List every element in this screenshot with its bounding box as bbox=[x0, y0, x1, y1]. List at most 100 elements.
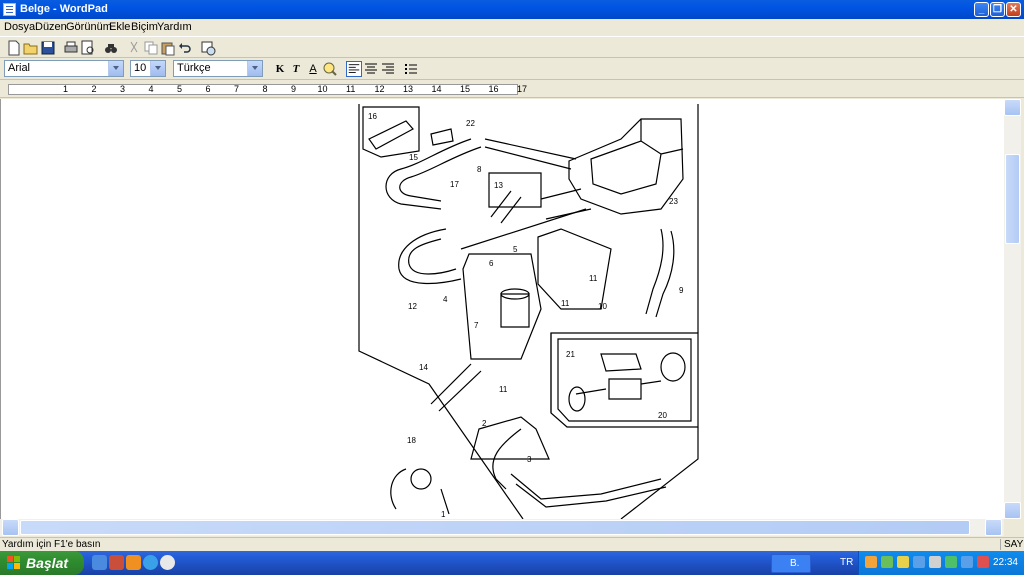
bullets-icon[interactable] bbox=[403, 61, 419, 77]
internet-explorer-icon[interactable] bbox=[143, 555, 158, 570]
show-desktop-icon[interactable] bbox=[92, 555, 107, 570]
datetime-icon[interactable] bbox=[200, 40, 216, 56]
scroll-left-icon[interactable] bbox=[2, 519, 19, 536]
ruler[interactable]: 1 2 3 4 5 6 7 8 9 10 11 12 13 14 15 16 17 bbox=[0, 81, 1024, 98]
vertical-scroll-thumb[interactable] bbox=[1005, 154, 1020, 244]
ruler-number: 11 bbox=[346, 84, 356, 94]
font-name-value: Arial bbox=[8, 62, 31, 74]
maximize-button[interactable]: ❐ bbox=[990, 2, 1005, 17]
callout-13: 13 bbox=[494, 181, 503, 190]
italic-button[interactable]: T bbox=[288, 61, 304, 77]
horizontal-scroll-thumb[interactable] bbox=[20, 520, 970, 535]
minimize-button[interactable]: _ bbox=[974, 2, 989, 17]
wordpad-icon[interactable] bbox=[3, 3, 16, 16]
chevron-down-icon[interactable] bbox=[247, 61, 262, 76]
text-color-icon[interactable] bbox=[322, 61, 338, 77]
menu-gorunum[interactable]: Görünüm bbox=[66, 21, 112, 33]
scroll-right-icon[interactable] bbox=[985, 519, 1002, 536]
callout-10: 10 bbox=[598, 302, 607, 311]
status-help-text: Yardım için F1'e basın bbox=[2, 539, 101, 550]
callout-5: 5 bbox=[513, 245, 518, 254]
scroll-down-icon[interactable] bbox=[1004, 502, 1021, 519]
align-right-icon[interactable] bbox=[380, 61, 396, 77]
system-tray: 22:34 bbox=[858, 551, 1024, 575]
window-title: Belge - WordPad bbox=[20, 3, 108, 15]
taskbar-item-label: B. bbox=[790, 558, 800, 569]
ruler-number: 3 bbox=[120, 84, 126, 94]
standard-toolbar bbox=[0, 36, 1024, 58]
language-indicator[interactable]: TR bbox=[840, 557, 853, 568]
print-icon[interactable] bbox=[63, 40, 79, 56]
menu-yardim[interactable]: Yardım bbox=[157, 21, 192, 33]
title-bar[interactable]: Belge - WordPad _ ❐ ✕ bbox=[0, 0, 1024, 19]
callout-15: 15 bbox=[409, 153, 418, 162]
callout-11a: 11 bbox=[589, 274, 598, 283]
font-size-combo[interactable]: 10 bbox=[130, 60, 166, 77]
ruler-number: 14 bbox=[431, 84, 442, 94]
taskbar: Başlat B. TR 22:34 bbox=[0, 551, 1024, 575]
color-button[interactable]: A bbox=[305, 61, 321, 77]
menu-duzen[interactable]: Düzen bbox=[35, 21, 67, 33]
callout-4: 4 bbox=[443, 295, 448, 304]
undo-icon[interactable] bbox=[177, 40, 193, 56]
copy-icon[interactable] bbox=[143, 40, 159, 56]
taskbar-item-wordpad[interactable]: B. bbox=[771, 554, 811, 573]
callout-11c: 11 bbox=[499, 385, 508, 394]
callout-11b: 11 bbox=[561, 299, 570, 308]
ruler-number: 2 bbox=[91, 84, 97, 94]
callout-9: 9 bbox=[679, 286, 684, 295]
firefox-icon[interactable] bbox=[126, 555, 141, 570]
script-combo[interactable]: Türkçe bbox=[173, 60, 263, 77]
chevron-down-icon[interactable] bbox=[150, 61, 165, 76]
clock[interactable]: 22:34 bbox=[993, 557, 1018, 568]
new-document-icon[interactable] bbox=[6, 40, 22, 56]
callout-18: 18 bbox=[407, 436, 416, 445]
wordpad-window: Belge - WordPad _ ❐ ✕ Dosya Düzen Görünü… bbox=[0, 0, 1024, 551]
tray-device-icon[interactable] bbox=[961, 556, 973, 568]
download-icon[interactable] bbox=[160, 555, 175, 570]
paste-icon[interactable] bbox=[160, 40, 176, 56]
tray-app-icon[interactable] bbox=[865, 556, 877, 568]
find-icon[interactable] bbox=[103, 40, 119, 56]
callout-21: 21 bbox=[566, 350, 575, 359]
start-button[interactable]: Başlat bbox=[0, 551, 84, 575]
status-bar: Yardım için F1'e basın SAYI bbox=[0, 537, 1024, 551]
print-preview-icon[interactable] bbox=[80, 40, 96, 56]
document-area[interactable]: 16 22 15 8 17 13 23 5 6 4 11 11 10 7 12 … bbox=[0, 99, 1004, 519]
menu-bicim[interactable]: Biçim bbox=[131, 21, 158, 33]
callout-2: 2 bbox=[482, 419, 487, 428]
ruler-strip[interactable]: 1 2 3 4 5 6 7 8 9 10 11 12 13 14 15 16 17 bbox=[8, 84, 527, 95]
cut-icon[interactable] bbox=[126, 40, 142, 56]
tray-security-icon[interactable] bbox=[977, 556, 989, 568]
chevron-down-icon[interactable] bbox=[108, 61, 123, 76]
align-left-icon[interactable] bbox=[346, 61, 362, 77]
callout-8: 8 bbox=[477, 165, 482, 174]
font-size-value: 10 bbox=[134, 62, 147, 74]
script-value: Türkçe bbox=[177, 62, 211, 74]
tray-volume-icon[interactable] bbox=[929, 556, 941, 568]
ruler-number: 8 bbox=[262, 84, 268, 94]
tray-shield-icon[interactable] bbox=[881, 556, 893, 568]
ruler-number: 1 bbox=[63, 84, 69, 94]
tray-update-icon[interactable] bbox=[945, 556, 957, 568]
save-icon[interactable] bbox=[40, 40, 56, 56]
menu-ekle[interactable]: Ekle bbox=[109, 21, 130, 33]
tray-warning-icon[interactable] bbox=[897, 556, 909, 568]
callout-22: 22 bbox=[466, 119, 475, 128]
vertical-scrollbar[interactable] bbox=[1004, 99, 1021, 519]
font-name-combo[interactable]: Arial bbox=[4, 60, 124, 77]
open-folder-icon[interactable] bbox=[23, 40, 39, 56]
callout-12: 12 bbox=[408, 302, 417, 311]
ruler-number: 15 bbox=[460, 84, 471, 94]
tray-network-icon[interactable] bbox=[913, 556, 925, 568]
callout-14: 14 bbox=[419, 363, 428, 372]
horizontal-scrollbar[interactable] bbox=[0, 519, 1004, 536]
menu-dosya[interactable]: Dosya bbox=[4, 21, 35, 33]
scroll-up-icon[interactable] bbox=[1004, 99, 1021, 116]
align-center-icon[interactable] bbox=[363, 61, 379, 77]
close-button[interactable]: ✕ bbox=[1006, 2, 1021, 17]
status-num-lock: SAYI bbox=[1000, 539, 1024, 550]
media-player-icon[interactable] bbox=[109, 555, 124, 570]
ruler-number: 10 bbox=[317, 84, 328, 94]
bold-button[interactable]: K bbox=[272, 61, 288, 77]
